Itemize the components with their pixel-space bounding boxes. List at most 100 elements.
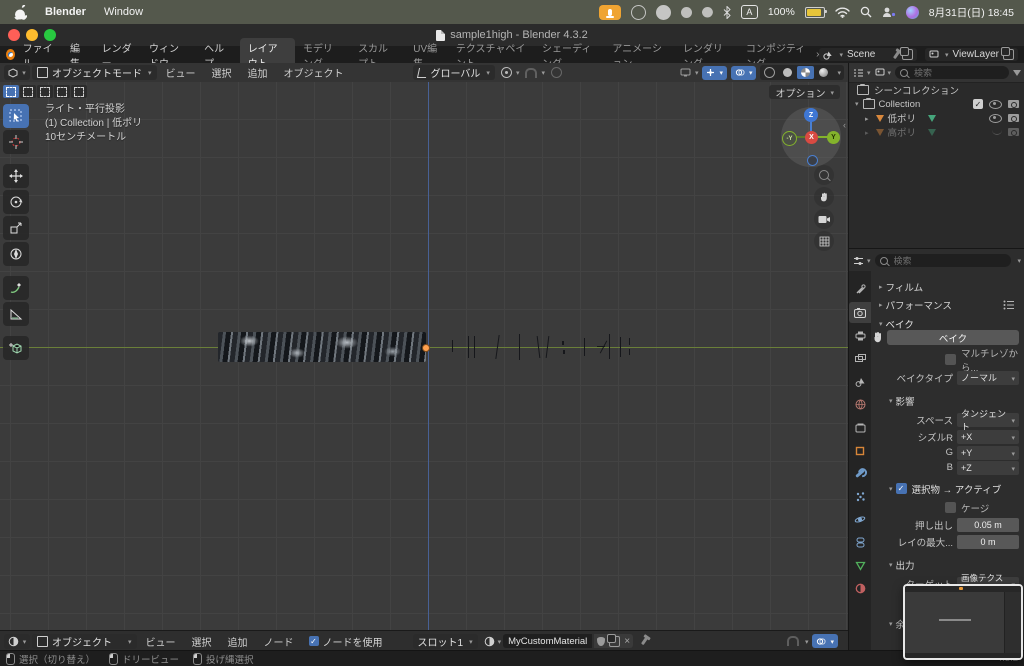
- outliner-row-scene-collection[interactable]: シーンコレクション: [849, 83, 1024, 97]
- select-mode-set[interactable]: [3, 85, 19, 98]
- model-mesh-strip[interactable]: [218, 332, 426, 362]
- zoom-view-button[interactable]: [814, 165, 834, 185]
- gizmo-z-axis[interactable]: Z: [804, 108, 818, 122]
- shader-overlays-toggle[interactable]: [812, 634, 838, 648]
- status-app-icon-4[interactable]: [702, 7, 713, 18]
- editor-type-dropdown[interactable]: [4, 65, 30, 80]
- space-dropdown[interactable]: タンジェント: [957, 413, 1019, 427]
- collection-exclude-checkbox[interactable]: ✓: [973, 99, 983, 109]
- status-app-icon-1[interactable]: [631, 5, 646, 20]
- gizmo-neg-y-axis[interactable]: -Y: [782, 131, 797, 146]
- spotlight-icon[interactable]: [860, 6, 872, 18]
- gizmo-neg-z-axis[interactable]: [807, 155, 818, 166]
- shader-menu-add[interactable]: 追加: [221, 634, 255, 649]
- lowpoly-visibility-eye-icon[interactable]: [989, 114, 1002, 123]
- viewlayer-selector[interactable]: ViewLayer: [925, 48, 1018, 61]
- unlink-material-icon[interactable]: [624, 636, 630, 647]
- viewlayer-name[interactable]: ViewLayer: [953, 49, 1000, 60]
- outliner-search[interactable]: [895, 66, 1009, 79]
- outliner-editor-type-dropdown[interactable]: [853, 67, 871, 78]
- new-material-icon[interactable]: [609, 636, 620, 647]
- outliner-filter-icon[interactable]: [1013, 70, 1021, 76]
- properties-search-input[interactable]: [892, 255, 1007, 267]
- panel-bake[interactable]: ベイク: [849, 316, 1024, 331]
- shading-wireframe-button[interactable]: [761, 66, 778, 79]
- shader-editor-type-dropdown[interactable]: [4, 634, 30, 649]
- properties-search[interactable]: [875, 254, 1012, 267]
- shader-snap-dropdown-icon[interactable]: [803, 636, 809, 647]
- output-subpanel[interactable]: 出力: [849, 557, 1024, 572]
- user-switch-icon[interactable]: [882, 6, 896, 18]
- select-mode-intersect[interactable]: [71, 85, 87, 98]
- proportional-edit-icon[interactable]: [551, 67, 562, 78]
- menubar-app-name[interactable]: Blender: [45, 6, 86, 18]
- camera-view-button[interactable]: [814, 209, 834, 229]
- toggle-ortho-button[interactable]: [814, 231, 834, 251]
- panel-film[interactable]: フィルム: [849, 279, 1024, 294]
- navigation-gizmo[interactable]: Z -Y X Y: [781, 107, 841, 167]
- material-browse-dropdown[interactable]: [484, 636, 502, 647]
- tool-annotate[interactable]: [3, 276, 29, 300]
- collection-visibility-eye-icon[interactable]: [989, 100, 1002, 109]
- siri-icon[interactable]: [906, 6, 919, 19]
- show-overlays-toggle[interactable]: [731, 66, 757, 80]
- tool-add-primitive[interactable]: [3, 336, 29, 360]
- highpoly-expand-icon[interactable]: [865, 127, 872, 138]
- highpoly-hidden-eye-icon[interactable]: [992, 129, 1002, 135]
- menubar-clock[interactable]: 8月31日(日) 18:45: [929, 5, 1014, 20]
- gizmo-y-axis[interactable]: Y: [827, 131, 840, 144]
- apple-logo-icon[interactable]: [14, 5, 27, 20]
- outliner-search-input[interactable]: [912, 67, 1004, 79]
- screenshot-thumbnail[interactable]: [903, 584, 1023, 660]
- cage-row[interactable]: ケージ: [849, 500, 1024, 515]
- shader-menu-select[interactable]: 選択: [185, 634, 219, 649]
- tool-move[interactable]: [3, 164, 29, 188]
- scene-name[interactable]: Scene: [847, 49, 891, 60]
- presets-icon[interactable]: [1003, 300, 1015, 310]
- swizzle-r-dropdown[interactable]: +X: [957, 430, 1019, 444]
- shading-material-button[interactable]: [797, 66, 814, 79]
- properties-editor-type-dropdown[interactable]: [853, 255, 871, 266]
- properties-options-icon[interactable]: [1015, 255, 1021, 266]
- collection-render-camera-icon[interactable]: [1008, 100, 1019, 108]
- pin-icon[interactable]: [893, 50, 900, 58]
- shading-solid-button[interactable]: [779, 66, 796, 79]
- shader-menu-view[interactable]: ビュー: [139, 634, 183, 649]
- select-mode-invert[interactable]: [54, 85, 70, 98]
- sidebar-toggle-icon[interactable]: ‹: [843, 120, 846, 130]
- dictation-mic-icon[interactable]: [599, 5, 621, 20]
- max-ray-value-field[interactable]: 0 m: [957, 535, 1019, 549]
- cage-checkbox[interactable]: [945, 502, 956, 513]
- material-name-field[interactable]: MyCustomMaterial: [503, 634, 592, 648]
- bake-type-dropdown[interactable]: ノーマル: [957, 371, 1019, 385]
- viewport-menu-select[interactable]: 選択: [205, 65, 239, 80]
- panel-performance[interactable]: パフォーマンス: [849, 297, 1024, 312]
- outliner-row-highpoly[interactable]: 高ポリ: [849, 125, 1024, 139]
- input-source-badge[interactable]: A: [741, 5, 758, 19]
- use-nodes-toggle[interactable]: ✓ ノードを使用: [309, 634, 383, 649]
- wifi-icon[interactable]: [835, 7, 850, 18]
- shading-rendered-button[interactable]: [815, 66, 832, 79]
- viewport-3d[interactable]: オプション ライト・平行投影 (1) Collection | 低ポリ 10セン…: [0, 82, 848, 630]
- highpoly-render-camera-icon[interactable]: [1008, 128, 1019, 136]
- shader-mode-dropdown[interactable]: オブジェクト: [32, 634, 137, 649]
- gizmo-x-axis[interactable]: X: [805, 131, 818, 144]
- mode-dropdown[interactable]: オブジェクトモード: [32, 65, 157, 80]
- bake-button[interactable]: ベイク: [887, 330, 1019, 345]
- lowpoly-render-camera-icon[interactable]: [1008, 114, 1019, 122]
- tool-transform[interactable]: [3, 242, 29, 266]
- visibility-dropdown[interactable]: [680, 67, 699, 78]
- status-app-icon-3[interactable]: [681, 7, 692, 18]
- extrusion-value-field[interactable]: 0.05 m: [957, 518, 1019, 532]
- snap-dropdown[interactable]: [525, 67, 545, 78]
- tool-rotate[interactable]: [3, 190, 29, 214]
- slot-dropdown[interactable]: スロット1: [413, 634, 478, 649]
- viewport-menu-view[interactable]: ビュー: [159, 65, 203, 80]
- outliner-row-lowpoly[interactable]: 低ポリ: [849, 111, 1024, 125]
- shader-pin-icon[interactable]: [641, 637, 648, 645]
- tool-measure[interactable]: [3, 302, 29, 326]
- collection-expand-icon[interactable]: [853, 98, 859, 109]
- tool-options-button[interactable]: オプション: [769, 85, 840, 99]
- pan-view-button[interactable]: [814, 187, 834, 207]
- swizzle-g-dropdown[interactable]: +Y: [957, 446, 1019, 460]
